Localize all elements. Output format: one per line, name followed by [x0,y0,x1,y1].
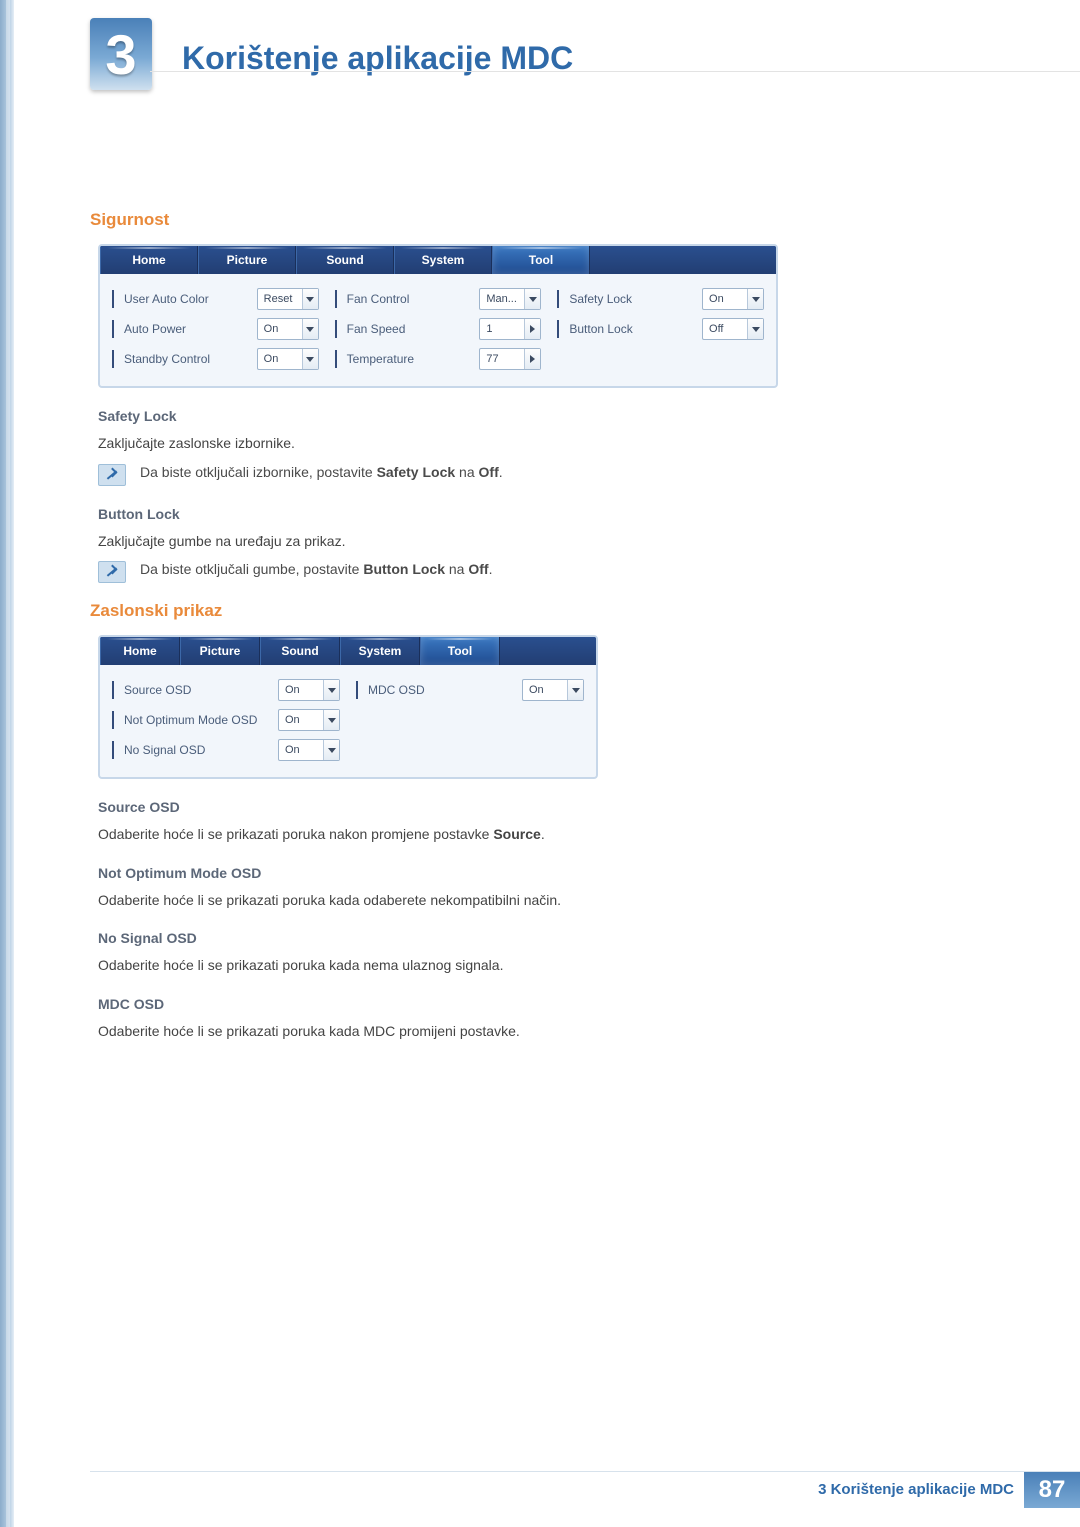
mdc-panel-security: Home Picture Sound System Tool User Auto… [98,244,778,388]
chevron-down-icon [524,289,540,309]
note-icon [98,464,126,486]
no-signal-osd-description: Odaberite hoće li se prikazati poruka ka… [98,956,980,976]
tab-tool[interactable]: Tool [420,637,500,665]
row-not-optimum-osd: Not Optimum Mode OSDOn [112,705,340,735]
chevron-down-icon [323,710,339,730]
button-lock-description: Zaključajte gumbe na uređaju za prikaz. [98,532,980,552]
dd-no-signal-osd[interactable]: On [278,739,340,761]
row-no-signal-osd: No Signal OSDOn [112,735,340,765]
footer-chapter-ref: 3 Korištenje aplikacije MDC [818,1481,1024,1498]
chapter-header: 3 Korištenje aplikacije MDC [90,0,1080,80]
note-safety-lock: Da biste otključali izbornike, postavite… [98,464,980,486]
row-mdc-osd: MDC OSDOn [356,675,584,705]
subheading-safety-lock: Safety Lock [90,408,980,424]
tab-sound[interactable]: Sound [260,637,340,665]
chevron-down-icon [323,740,339,760]
note-button-lock: Da biste otključali gumbe, postavite But… [98,561,980,583]
source-osd-description: Odaberite hoće li se prikazati poruka na… [98,825,980,845]
side-accent-stripe [0,0,14,1527]
chevron-down-icon [567,680,583,700]
tab-system[interactable]: System [340,637,420,665]
row-safety-lock: Safety LockOn [557,284,764,314]
dd-mdc-osd[interactable]: On [522,679,584,701]
subheading-mdc-osd: MDC OSD [90,996,980,1012]
footer-page-number: 87 [1024,1472,1080,1508]
page-content: Sigurnost Home Picture Sound System Tool… [90,210,1080,1042]
subheading-source-osd: Source OSD [90,799,980,815]
section-heading-sigurnost: Sigurnost [90,210,980,230]
chevron-down-icon [747,289,763,309]
not-optimum-osd-description: Odaberite hoće li se prikazati poruka ka… [98,891,980,911]
page-footer: 3 Korištenje aplikacije MDC 87 [90,1471,1080,1507]
section-heading-zaslon: Zaslonski prikaz [90,601,980,621]
row-fan-control: Fan ControlMan... [335,284,542,314]
tab-home[interactable]: Home [100,637,180,665]
note-text: Da biste otključali gumbe, postavite But… [140,561,492,577]
chevron-down-icon [302,289,318,309]
mdc-panel-body: User Auto ColorReset Auto PowerOn Standb… [100,274,776,386]
note-icon [98,561,126,583]
mdc-panel-body: Source OSDOn Not Optimum Mode OSDOn No S… [100,665,596,777]
mdc-panel-osd: Home Picture Sound System Tool Source OS… [98,635,598,779]
chapter-number: 3 [105,22,136,87]
note-text: Da biste otključali izbornike, postavite… [140,464,503,480]
chapter-number-badge: 3 [90,18,152,90]
mdc-tabs: Home Picture Sound System Tool [100,246,776,274]
tab-sound[interactable]: Sound [296,246,394,274]
chevron-right-icon [524,349,540,369]
row-temperature: Temperature77 [335,344,542,374]
tab-home[interactable]: Home [100,246,198,274]
dd-fan-control[interactable]: Man... [479,288,541,310]
subheading-not-optimum-osd: Not Optimum Mode OSD [90,865,980,881]
row-auto-power: Auto PowerOn [112,314,319,344]
row-fan-speed: Fan Speed1 [335,314,542,344]
row-button-lock: Button LockOff [557,314,764,344]
dd-button-lock[interactable]: Off [702,318,764,340]
subheading-button-lock: Button Lock [90,506,980,522]
safety-lock-description: Zaključajte zaslonske izbornike. [98,434,980,454]
dd-standby-control[interactable]: On [257,348,319,370]
row-source-osd: Source OSDOn [112,675,340,705]
mdc-tabs: Home Picture Sound System Tool [100,637,596,665]
tab-picture[interactable]: Picture [180,637,260,665]
row-standby-control: Standby ControlOn [112,344,319,374]
dd-safety-lock[interactable]: On [702,288,764,310]
dd-auto-power[interactable]: On [257,318,319,340]
chevron-down-icon [302,319,318,339]
chevron-down-icon [323,680,339,700]
chevron-right-icon [524,319,540,339]
tab-picture[interactable]: Picture [198,246,296,274]
spin-fan-speed[interactable]: 1 [479,318,541,340]
row-user-auto-color: User Auto ColorReset [112,284,319,314]
mdc-osd-description: Odaberite hoće li se prikazati poruka ka… [98,1022,980,1042]
chevron-down-icon [747,319,763,339]
dd-not-optimum-osd[interactable]: On [278,709,340,731]
dd-user-auto-color[interactable]: Reset [257,288,319,310]
dd-source-osd[interactable]: On [278,679,340,701]
chevron-down-icon [302,349,318,369]
tab-tool[interactable]: Tool [492,246,590,274]
tab-system[interactable]: System [394,246,492,274]
spin-temperature[interactable]: 77 [479,348,541,370]
subheading-no-signal-osd: No Signal OSD [90,930,980,946]
chapter-title: Korištenje aplikacije MDC [182,12,573,77]
